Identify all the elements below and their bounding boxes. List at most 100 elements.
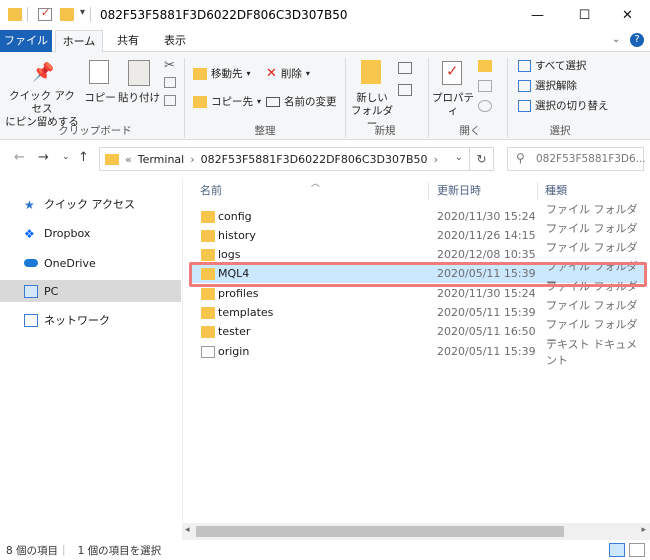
delete-button[interactable]: ✕ 削除 ▾ <box>266 66 310 81</box>
copy-icon <box>89 60 109 84</box>
up-icon[interactable]: ↑ <box>78 150 89 165</box>
paste-icon <box>128 60 150 86</box>
paste-shortcut-icon[interactable] <box>164 95 176 106</box>
select-none-button[interactable]: 選択解除 <box>518 78 577 93</box>
cloud-icon <box>24 259 38 267</box>
scroll-left-icon[interactable]: ◂ <box>185 525 190 535</box>
horizontal-scrollbar[interactable]: ◂ ▸ <box>182 523 650 540</box>
dropdown-arrow-icon: ▾ <box>257 97 262 106</box>
breadcrumb-current[interactable]: 082F53F5881F3D6022DF806C3D307B50 <box>201 153 428 166</box>
column-divider[interactable] <box>428 182 429 200</box>
rename-button[interactable]: 名前の変更 <box>266 94 337 109</box>
search-input[interactable]: 082F53F5881F3D6... <box>536 153 646 165</box>
file-date: 2020/11/30 15:24 <box>437 210 536 223</box>
new-item-icon[interactable] <box>398 62 412 74</box>
scrollbar-thumb[interactable] <box>196 526 564 537</box>
new-folder-qat-icon[interactable] <box>60 8 74 21</box>
folder-icon <box>8 8 22 21</box>
invert-selection-icon <box>518 99 531 112</box>
back-icon[interactable]: ← <box>14 150 25 165</box>
file-name: config <box>218 210 252 223</box>
folder-icon <box>201 287 215 300</box>
folder-icon <box>201 210 215 223</box>
sort-arrow-icon: ︿ <box>311 179 321 189</box>
delete-label: 削除 <box>280 68 302 80</box>
cut-icon[interactable]: ✂ <box>164 58 175 73</box>
open-group-label: 開く <box>459 125 481 137</box>
title-bar: ✓ ▾ 082F53F5881F3D6022DF806C3D307B50 — ☐… <box>0 0 650 30</box>
column-header-date[interactable]: 更新日時 <box>437 182 481 198</box>
copy-path-icon[interactable] <box>164 77 176 88</box>
open-icon[interactable] <box>478 60 492 72</box>
history-icon[interactable] <box>478 100 492 112</box>
tab-home[interactable]: ホーム <box>55 30 103 53</box>
paste-button[interactable]: 貼り付け <box>118 92 160 105</box>
nav-item-onedrive[interactable]: OneDrive <box>0 252 181 274</box>
navigation-pane: ★ クイック アクセス ❖ Dropbox OneDrive PC ネットワーク <box>0 178 181 540</box>
easy-access-icon[interactable] <box>398 84 412 96</box>
group-separator <box>507 58 508 138</box>
large-icons-view-icon[interactable] <box>629 543 645 557</box>
minimize-button[interactable]: — <box>515 0 560 30</box>
details-view-icon[interactable] <box>609 543 625 557</box>
select-all-label: すべて選択 <box>535 60 587 72</box>
dropbox-icon: ❖ <box>24 226 35 241</box>
move-to-icon <box>193 67 207 80</box>
invert-selection-button[interactable]: 選択の切り替え <box>518 98 609 113</box>
forward-icon[interactable]: → <box>38 150 49 165</box>
file-date: 2020/11/26 14:15 <box>437 229 536 242</box>
copy-button[interactable]: コピー <box>84 92 116 105</box>
nav-item-quick-access[interactable]: ★ クイック アクセス <box>0 193 181 215</box>
column-header-type[interactable]: 種類 <box>545 182 567 198</box>
nav-item-network[interactable]: ネットワーク <box>0 309 181 331</box>
status-bar: 8 個の項目 | 1 個の項目を選択 <box>0 540 650 560</box>
file-date: 2020/05/11 15:39 <box>437 306 536 319</box>
table-row[interactable]: origin 2020/05/11 15:39 テキスト ドキュメント <box>191 338 647 367</box>
tab-share[interactable]: 共有 <box>108 30 148 52</box>
qat-dropdown-icon[interactable]: ▾ <box>80 7 85 18</box>
folder-icon <box>201 229 215 242</box>
copy-to-button[interactable]: コピー先 ▾ <box>193 94 261 109</box>
breadcrumb-separator-icon[interactable]: › <box>434 153 438 166</box>
address-dropdown-icon[interactable]: ⌄ <box>455 152 463 163</box>
tab-file[interactable]: ファイル <box>0 30 52 52</box>
qat-separator <box>90 7 91 22</box>
maximize-button[interactable]: ☐ <box>562 0 607 30</box>
recent-locations-icon[interactable]: ⌄ <box>62 152 70 162</box>
nav-item-dropbox[interactable]: ❖ Dropbox <box>0 222 181 244</box>
nav-label: クイック アクセス <box>44 198 135 211</box>
edit-icon[interactable] <box>478 80 492 92</box>
tab-view[interactable]: 表示 <box>155 30 195 52</box>
delete-x-icon: ✕ <box>266 66 277 81</box>
breadcrumb-separator-icon[interactable]: › <box>190 153 194 166</box>
nav-label: OneDrive <box>44 256 96 270</box>
text-document-icon <box>201 345 215 358</box>
column-divider[interactable] <box>537 182 538 200</box>
search-box[interactable]: ⚲ 082F53F5881F3D6... <box>507 147 646 171</box>
nav-item-pc[interactable]: PC <box>0 280 181 302</box>
network-icon <box>24 313 38 327</box>
properties-qat-icon[interactable]: ✓ <box>38 6 52 21</box>
column-header-name[interactable]: 名前 <box>200 182 222 198</box>
help-icon[interactable]: ? <box>630 33 644 47</box>
ribbon-expand-icon[interactable]: ⌄ <box>612 34 620 45</box>
select-all-button[interactable]: すべて選択 <box>518 58 586 73</box>
nav-label: ネットワーク <box>44 314 110 327</box>
select-none-icon <box>518 79 531 92</box>
invert-selection-label: 選択の切り替え <box>535 100 609 112</box>
qat-separator <box>27 7 28 22</box>
file-date: 2020/05/11 16:50 <box>437 325 536 338</box>
close-button[interactable]: ✕ <box>605 0 650 30</box>
move-to-button[interactable]: 移動先 ▾ <box>193 66 251 81</box>
breadcrumb-terminal[interactable]: Terminal <box>138 153 185 166</box>
address-bar[interactable]: « Terminal › 082F53F5881F3D6022DF806C3D3… <box>99 147 494 171</box>
breadcrumb-overflow[interactable]: « <box>125 153 132 166</box>
selected-count: 1 個の項目を選択 <box>77 544 162 557</box>
star-icon: ★ <box>24 197 35 212</box>
new-folder-icon <box>361 60 381 84</box>
file-name: profiles <box>218 287 259 300</box>
refresh-icon[interactable]: ↻ <box>469 148 493 170</box>
properties-button[interactable]: プロパティ <box>430 92 476 118</box>
folder-icon <box>105 153 119 165</box>
scroll-right-icon[interactable]: ▸ <box>641 525 646 535</box>
